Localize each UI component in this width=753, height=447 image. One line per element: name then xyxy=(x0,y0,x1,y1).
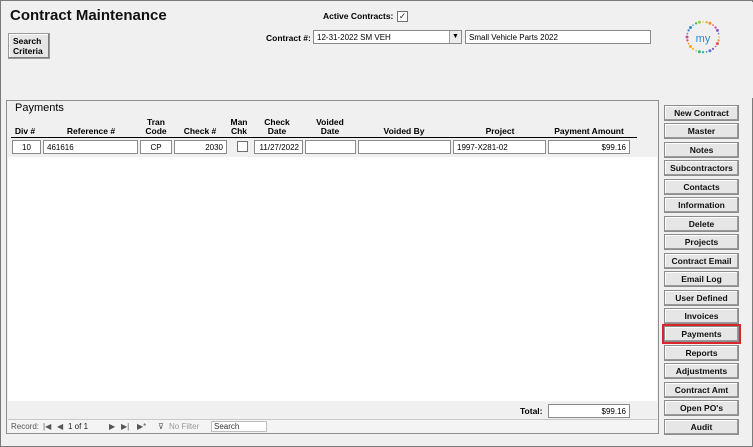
sidebar-button-payments[interactable]: Payments xyxy=(662,324,741,344)
active-contracts-label: Active Contracts: xyxy=(323,11,394,21)
column-header-man-chk: Man Chk xyxy=(230,117,248,136)
sidebar-button-contract-email[interactable]: Contract Email xyxy=(664,253,739,269)
row-voided-date-field[interactable] xyxy=(305,140,356,154)
sidebar-button-invoices[interactable]: Invoices xyxy=(664,308,739,324)
active-contracts-checkbox[interactable]: ✓ xyxy=(397,11,408,22)
sidebar-button-master[interactable]: Master xyxy=(664,123,739,139)
header-divider xyxy=(11,137,637,138)
sidebar-button-email-log[interactable]: Email Log xyxy=(664,271,739,287)
payments-subform: Payments Div # Reference # Tran Code Che… xyxy=(6,100,659,434)
column-header-project: Project xyxy=(485,126,515,136)
row-payment-amount-field[interactable]: $99.16 xyxy=(548,140,630,154)
column-header-check-date: Check Date xyxy=(264,117,290,136)
first-record-button[interactable]: |◀ xyxy=(43,422,51,431)
sidebar-button-projects[interactable]: Projects xyxy=(664,234,739,250)
sidebar-button-information[interactable]: Information xyxy=(664,197,739,213)
next-record-button[interactable]: ▶ xyxy=(109,422,115,431)
column-header-check-number: Check # xyxy=(183,126,217,136)
row-tran-code-field[interactable]: CP xyxy=(140,140,172,154)
column-header-tran-code: Tran Code xyxy=(145,117,167,136)
row-div-field[interactable]: 10 xyxy=(12,140,41,154)
column-header-div: Div # xyxy=(14,126,36,136)
sidebar-button-adjustments[interactable]: Adjustments xyxy=(664,363,739,379)
row-project-field[interactable]: 1997-X281-02 xyxy=(453,140,546,154)
total-label: Total: xyxy=(520,406,543,416)
sidebar-button-new-contract[interactable]: New Contract xyxy=(664,105,739,121)
no-filter-indicator[interactable]: No Filter xyxy=(169,422,199,431)
sidebar-button-contract-amt[interactable]: Contract Amt xyxy=(664,382,739,398)
sidebar-button-reports[interactable]: Reports xyxy=(664,345,739,361)
new-record-button[interactable]: ▶* xyxy=(137,422,146,431)
sidebar-button-delete[interactable]: Delete xyxy=(664,216,739,232)
sidebar-button-open-po-s[interactable]: Open PO's xyxy=(664,400,739,416)
row-reference-field[interactable]: 461616 xyxy=(43,140,138,154)
sidebar-button-audit[interactable]: Audit xyxy=(664,419,739,435)
page-title: Contract Maintenance xyxy=(10,7,167,24)
payments-list-area xyxy=(8,157,657,401)
row-check-date-field[interactable]: 11/27/2022 xyxy=(254,140,303,154)
row-check-number-field[interactable]: 2030 xyxy=(174,140,227,154)
contract-number-select[interactable]: 12-31-2022 SM VEH ▼ xyxy=(313,30,462,44)
search-criteria-button[interactable]: Search Criteria xyxy=(8,33,50,59)
last-record-button[interactable]: ▶| xyxy=(121,422,129,431)
record-label: Record: xyxy=(11,422,40,431)
record-position[interactable]: 1 of 1 xyxy=(68,422,88,431)
contract-name-field[interactable]: Small Vehicle Parts 2022 xyxy=(465,30,651,44)
filter-icon: ⊽ xyxy=(158,422,164,431)
app-window: Contract Maintenance Search Criteria Act… xyxy=(0,0,753,447)
column-header-voided-by: Voided By xyxy=(383,126,425,136)
sidebar-button-subcontractors[interactable]: Subcontractors xyxy=(664,160,739,176)
payments-section-title: Payments xyxy=(15,102,64,114)
chevron-down-icon[interactable]: ▼ xyxy=(449,31,461,43)
sidebar-button-contacts[interactable]: Contacts xyxy=(664,179,739,195)
column-header-voided-date: Voided Date xyxy=(316,117,344,136)
column-header-reference: Reference # xyxy=(66,126,116,136)
row-man-chk-checkbox[interactable] xyxy=(237,141,248,152)
company-logo: my xyxy=(685,20,720,54)
previous-record-button[interactable]: ◀ xyxy=(57,422,63,431)
form-header: Contract Maintenance Search Criteria Act… xyxy=(2,2,753,98)
row-voided-by-field[interactable] xyxy=(358,140,451,154)
search-input[interactable]: Search xyxy=(211,421,267,432)
contract-number-value: 12-31-2022 SM VEH xyxy=(317,33,391,42)
sidebar-button-user-defined[interactable]: User Defined xyxy=(664,290,739,306)
record-navigation-bar: Record: |◀ ◀ 1 of 1 ▶ ▶| ▶* ⊽ No Filter … xyxy=(8,419,657,433)
column-header-payment-amount: Payment Amount xyxy=(554,126,624,136)
total-field: $99.16 xyxy=(548,404,630,418)
svg-text:my: my xyxy=(696,33,711,45)
sidebar-button-notes[interactable]: Notes xyxy=(664,142,739,158)
contract-number-label: Contract #: xyxy=(266,33,311,43)
